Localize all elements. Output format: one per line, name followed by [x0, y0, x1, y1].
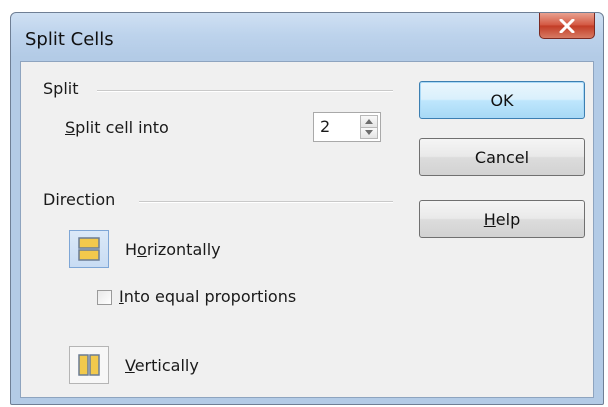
equal-proportions-text: nto equal proportions	[123, 287, 297, 306]
spin-up-button[interactable]	[360, 115, 378, 128]
vertically-text: ertically	[134, 356, 199, 375]
horizontally-label[interactable]: Horizontally	[125, 240, 221, 259]
split-count-value[interactable]: 2	[320, 117, 330, 136]
equal-proportions-checkbox[interactable]	[97, 290, 112, 305]
split-section-label: Split	[43, 79, 79, 98]
close-icon	[559, 18, 575, 33]
ok-button[interactable]: OK	[419, 81, 585, 119]
spin-down-button[interactable]	[360, 127, 378, 139]
equal-proportions-label[interactable]: Into equal proportions	[119, 287, 296, 306]
close-button[interactable]	[539, 13, 595, 39]
direction-section-divider	[139, 201, 393, 203]
horizontal-split-button[interactable]	[69, 230, 109, 268]
split-horizontal-icon	[78, 237, 100, 261]
split-cells-dialog: Split Cells Split Split cell into 2 Dire…	[10, 12, 604, 405]
split-cell-into-label: Split cell into	[65, 118, 169, 137]
vertically-label[interactable]: Vertically	[125, 356, 199, 375]
dialog-title: Split Cells	[25, 29, 114, 50]
cancel-button[interactable]: Cancel	[419, 138, 585, 176]
vertical-split-button[interactable]	[69, 346, 109, 384]
chevron-down-icon	[365, 130, 373, 136]
dialog-client-area: Split Split cell into 2 Direction Horizo…	[20, 61, 594, 398]
direction-section-label: Direction	[43, 190, 116, 209]
horizontally-text: rizontally	[146, 240, 221, 259]
vertically-mnemonic: V	[125, 356, 135, 375]
spin-buttons	[360, 115, 378, 139]
split-cell-into-mnemonic: S	[65, 118, 76, 137]
split-cell-into-text: plit cell into	[75, 118, 169, 137]
split-count-spinbox[interactable]: 2	[313, 112, 381, 142]
split-section-divider	[97, 90, 393, 92]
chevron-up-icon	[365, 118, 373, 124]
horizontally-mnemonic: o	[137, 240, 147, 259]
horizontally-prefix: H	[125, 240, 138, 259]
help-mnemonic: H	[483, 209, 496, 229]
split-vertical-icon	[78, 354, 100, 376]
help-button[interactable]: Help	[419, 200, 585, 238]
help-text: elp	[495, 209, 521, 229]
